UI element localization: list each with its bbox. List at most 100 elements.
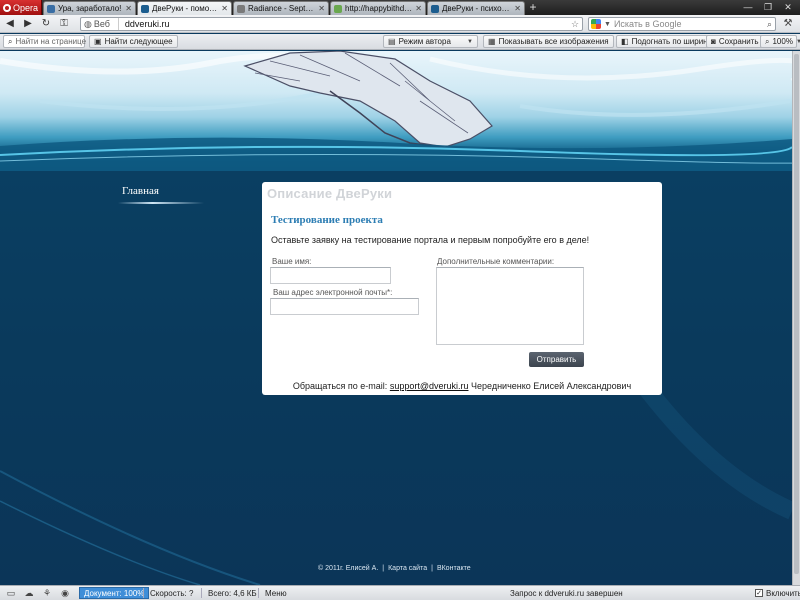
comments-textarea[interactable] xyxy=(436,267,584,345)
zoom-select[interactable]: ⌕ 100% ▼ xyxy=(760,35,800,48)
search-input[interactable]: ▼ Искать в Google ⌕ xyxy=(588,17,776,31)
find-placeholder: Найти на странице xyxy=(15,37,87,46)
nav-home-link[interactable]: Главная xyxy=(122,185,159,197)
name-field[interactable] xyxy=(270,267,391,284)
tab-radiance[interactable]: Radiance - September ... ✕ xyxy=(233,1,329,15)
show-images-button[interactable]: ▦ Показывать все изображения xyxy=(483,35,614,48)
email-field[interactable] xyxy=(270,298,419,315)
contact-prefix: Обращаться по e-mail: xyxy=(292,381,388,391)
new-tab-button[interactable]: + xyxy=(527,0,539,15)
scrollbar-thumb[interactable] xyxy=(794,54,799,574)
search-icon: ⌕ xyxy=(8,36,13,46)
tab-title: http://happybithday/ xyxy=(345,4,413,13)
checkbox-checked-icon[interactable]: ✓ xyxy=(755,589,763,597)
zoom-icon: ⌕ xyxy=(765,36,770,46)
tab-dveruki-psych[interactable]: ДвеРуки - психолог-к... ✕ xyxy=(427,1,525,15)
address-field[interactable]: ◍ Веб ddveruki.ru ☆ xyxy=(80,17,583,31)
fit-width-button[interactable]: ◧ Подогнать по ширине xyxy=(616,35,718,48)
page-favicon-icon xyxy=(141,4,149,13)
page-favicon-icon xyxy=(431,4,439,13)
web-badge[interactable]: ◍ Веб xyxy=(81,18,119,30)
author-mode-select[interactable]: ▤ Режим автора ▼ xyxy=(383,35,478,48)
google-icon xyxy=(591,19,601,29)
email-label: Ваш адрес электронной почты*: xyxy=(273,288,393,297)
tab-title: Radiance - September ... xyxy=(248,4,315,13)
zoom-value: 100% xyxy=(772,37,793,46)
back-arrow-icon[interactable]: ◀ xyxy=(3,17,17,31)
cloud-icon[interactable]: ☁ xyxy=(22,586,36,600)
tab-dveruki-help[interactable]: ДвеРуки - помощь до... ✕ xyxy=(137,1,232,15)
status-menu-button[interactable]: Меню xyxy=(265,586,287,600)
tab-ura[interactable]: Ура, заработало! ✕ xyxy=(43,1,136,15)
nav-underline xyxy=(118,202,204,204)
minimize-icon[interactable]: — xyxy=(738,0,758,15)
chevron-down-icon: ▼ xyxy=(467,38,473,45)
search-icon[interactable]: ⌕ xyxy=(767,19,772,30)
tab-title: Ура, заработало! xyxy=(58,4,122,13)
status-divider xyxy=(143,588,144,598)
panel-toggle-icon[interactable]: ▭ xyxy=(4,586,18,600)
wrench-icon[interactable]: ⚒ xyxy=(780,17,796,31)
save-label: Сохранить xyxy=(718,37,759,46)
tab-bar: Opera Ура, заработало! ✕ ДвеРуки - помощ… xyxy=(0,0,800,15)
enable-toggle[interactable]: ✓ Включить xyxy=(755,586,800,600)
footer-copyright: © 2011г. Елисей А. xyxy=(318,565,379,572)
author-mode-label: Режим автора xyxy=(398,37,451,46)
tab-happybithday[interactable]: http://happybithday/ ✕ xyxy=(330,1,426,15)
show-images-label: Показывать все изображения xyxy=(498,37,609,46)
close-tab-icon[interactable]: ✕ xyxy=(514,4,521,13)
url-text[interactable]: ddveruki.ru xyxy=(119,19,568,29)
navigation-bar: ◀ ▶ ↻ ⚿ ◍ Веб ddveruki.ru ☆ ▼ Искать в G… xyxy=(0,15,800,33)
status-divider xyxy=(258,588,259,598)
find-next-button[interactable]: ▣ Найти следующее xyxy=(89,35,178,48)
fit-width-icon: ◧ xyxy=(621,37,629,46)
contact-email-link[interactable]: support@dveruki.ru xyxy=(390,381,469,391)
submit-button[interactable]: Отправить xyxy=(529,352,584,367)
footer-sitemap-link[interactable]: Карта сайта xyxy=(388,565,427,572)
page-favicon-icon xyxy=(334,4,342,13)
status-divider xyxy=(201,588,202,598)
document-progress: Документ: 100% xyxy=(79,587,150,599)
close-tab-icon[interactable]: ✕ xyxy=(318,4,325,13)
status-message: Запрос к ddveruki.ru завершен xyxy=(510,588,623,598)
globe-icon: ◍ xyxy=(84,18,92,29)
close-tab-icon[interactable]: ✕ xyxy=(125,4,132,13)
description-panel: Описание ДвеРуки Тестирование проекта Ос… xyxy=(262,182,662,395)
contact-name: Чередниченко Елисей Александрович xyxy=(471,381,632,391)
comments-label: Дополнительные комментарии: xyxy=(437,257,555,266)
web-badge-label: Веб xyxy=(93,19,110,29)
star-icon[interactable]: ☆ xyxy=(568,19,582,30)
close-tab-icon[interactable]: ✕ xyxy=(415,4,422,13)
find-next-label: Найти следующее xyxy=(104,37,173,46)
name-label: Ваше имя: xyxy=(272,257,312,266)
footer-separator: | xyxy=(431,565,433,572)
reload-icon[interactable]: ↻ xyxy=(39,17,53,31)
header-banner xyxy=(0,51,792,171)
fit-width-label: Подогнать по ширине xyxy=(631,37,713,46)
turbo-icon[interactable]: ◉ xyxy=(58,586,72,600)
tools-bar: ⌕ Найти на странице ▣ Найти следующее ▤ … xyxy=(0,34,800,50)
site-footer: © 2011г. Елисей А. | Карта сайта | ВКонтакте xyxy=(318,565,471,572)
chevron-down-icon[interactable]: ▼ xyxy=(604,21,611,28)
panel-title: Описание ДвеРуки xyxy=(267,186,393,201)
opera-menu-button[interactable]: Opera xyxy=(0,0,42,15)
key-icon[interactable]: ⚿ xyxy=(57,17,71,31)
opera-menu-label: Opera xyxy=(12,2,38,13)
form-heading: Тестирование проекта xyxy=(271,214,383,226)
footer-vk-link[interactable]: ВКонтакте xyxy=(437,565,471,572)
close-tab-icon[interactable]: ✕ xyxy=(221,4,228,13)
status-bar: ▭ ☁ ⚘ ◉ Документ: 100% Скорость: ? Всего… xyxy=(0,585,800,600)
footer-separator: | xyxy=(382,565,385,572)
tab-title: ДвеРуки - помощь до... xyxy=(152,4,219,13)
forward-arrow-icon[interactable]: ▶ xyxy=(21,17,35,31)
page-favicon-icon xyxy=(237,4,245,13)
find-in-page-input[interactable]: ⌕ Найти на странице xyxy=(3,35,87,48)
maximize-icon[interactable]: ❐ xyxy=(758,0,778,15)
vertical-scrollbar[interactable] xyxy=(792,51,800,585)
image-icon: ▦ xyxy=(488,37,496,46)
opera-logo-icon xyxy=(2,3,11,12)
save-button[interactable]: ◙ Сохранить xyxy=(706,35,764,48)
close-window-icon[interactable]: ✕ xyxy=(778,0,798,15)
camera-icon: ◙ xyxy=(711,37,716,46)
unite-icon[interactable]: ⚘ xyxy=(40,586,54,600)
